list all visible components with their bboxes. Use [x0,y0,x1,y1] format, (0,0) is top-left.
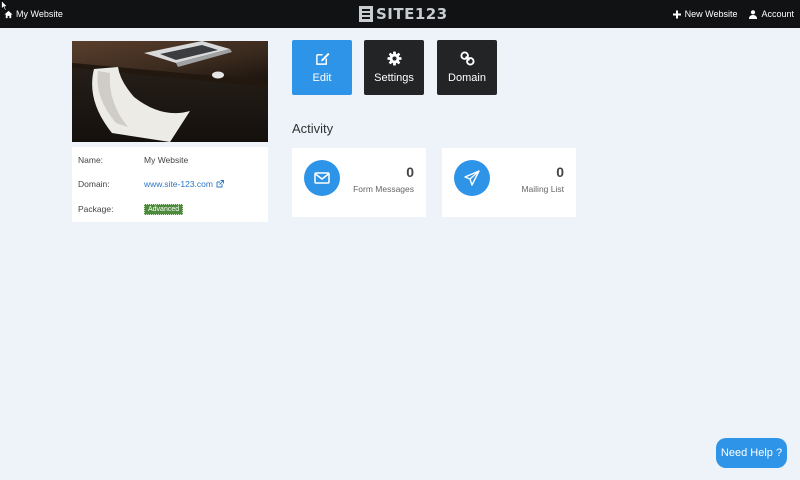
settings-label: Settings [374,72,414,84]
settings-button[interactable]: Settings [364,40,424,95]
activity-heading: Activity [292,121,334,136]
mailing-list-card[interactable]: 0 Mailing List [442,148,576,217]
website-thumbnail[interactable] [72,41,268,142]
plus-icon [672,10,681,18]
top-bar: My Website SITE123 New Website Account [0,0,800,28]
mailing-list-count: 0 [556,164,564,180]
envelope-icon-circle [304,160,340,196]
brand-text: SITE123 [376,5,448,23]
package-badge: Advanced [144,203,184,215]
paper-plane-icon-circle [454,160,490,196]
package-label: Package: [78,204,114,214]
new-website-label: New Website [684,9,738,19]
edit-label: Edit [312,72,332,84]
paper-plane-icon [464,170,480,186]
user-icon [749,9,758,19]
logo-mark [359,6,373,22]
mailing-list-label: Mailing List [521,184,564,194]
thumbnail-image [72,41,268,142]
external-link-icon [216,180,224,188]
domain-label: Domain: [78,179,110,189]
gear-icon [386,51,402,66]
name-value: My Website [144,155,189,165]
account-label: Account [761,9,794,19]
link-icon [459,51,475,66]
account-button[interactable]: Account [749,9,794,19]
new-website-button[interactable]: New Website [672,9,738,19]
need-help-button[interactable]: Need Help ? [716,438,787,468]
mouse-cursor-icon [1,0,8,11]
website-info-card: Name: My Website Domain: www.site-123.co… [72,147,268,222]
domain-button-label: Domain [448,72,486,84]
site-name: My Website [16,9,63,19]
form-messages-card[interactable]: 0 Form Messages [292,148,426,217]
edit-button[interactable]: Edit [292,40,352,95]
domain-value: www.site-123.com [144,179,213,189]
form-messages-count: 0 [406,164,414,180]
my-website-link[interactable]: My Website [4,0,63,28]
domain-button[interactable]: Domain [437,40,497,95]
edit-icon [315,52,330,65]
name-label: Name: [78,155,104,165]
envelope-icon [314,172,330,184]
form-messages-label: Form Messages [353,184,414,194]
site123-logo[interactable]: SITE123 [359,4,448,24]
domain-link[interactable]: www.site-123.com [144,179,224,189]
